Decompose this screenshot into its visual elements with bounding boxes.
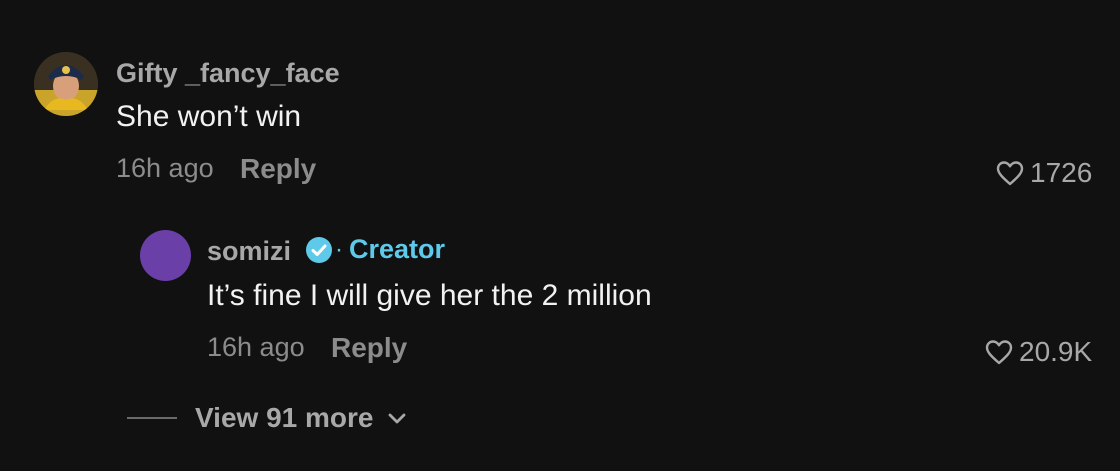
separator-dot: · xyxy=(335,235,343,263)
avatar[interactable] xyxy=(34,52,98,116)
creator-badge: · Creator xyxy=(305,234,445,265)
comment-timestamp: 16h ago xyxy=(116,153,214,183)
like-button[interactable]: 20.9K xyxy=(985,336,1092,368)
verified-check-icon xyxy=(306,236,332,263)
comment-username[interactable]: Gifty _fancy_face xyxy=(116,58,340,89)
comment-text: She won’t win xyxy=(116,100,302,133)
reply-button[interactable]: Reply xyxy=(240,153,316,185)
reply-button[interactable]: Reply xyxy=(331,332,407,364)
divider-line xyxy=(127,417,177,419)
avatar[interactable] xyxy=(140,230,191,281)
reply-username[interactable]: somizi xyxy=(207,236,291,267)
comment-item: Gifty _fancy_face She won’t win 16h ago … xyxy=(0,0,1120,210)
creator-label: Creator xyxy=(349,234,446,264)
like-count: 20.9K xyxy=(1019,336,1093,367)
heart-icon xyxy=(985,340,1013,365)
view-more-label: View 91 more xyxy=(195,402,374,433)
like-count: 1726 xyxy=(1030,157,1093,188)
like-button[interactable]: 1726 xyxy=(996,157,1092,189)
reply-item: somizi · Creator It’s fine I will give h… xyxy=(0,210,1120,390)
heart-icon xyxy=(996,161,1024,186)
profile-photo-icon xyxy=(34,52,98,116)
chevron-down-icon xyxy=(389,413,406,424)
reply-text: It’s fine I will give her the 2 million xyxy=(207,279,652,312)
view-more-replies-button[interactable]: View 91 more xyxy=(127,402,407,434)
reply-timestamp: 16h ago xyxy=(207,332,305,362)
